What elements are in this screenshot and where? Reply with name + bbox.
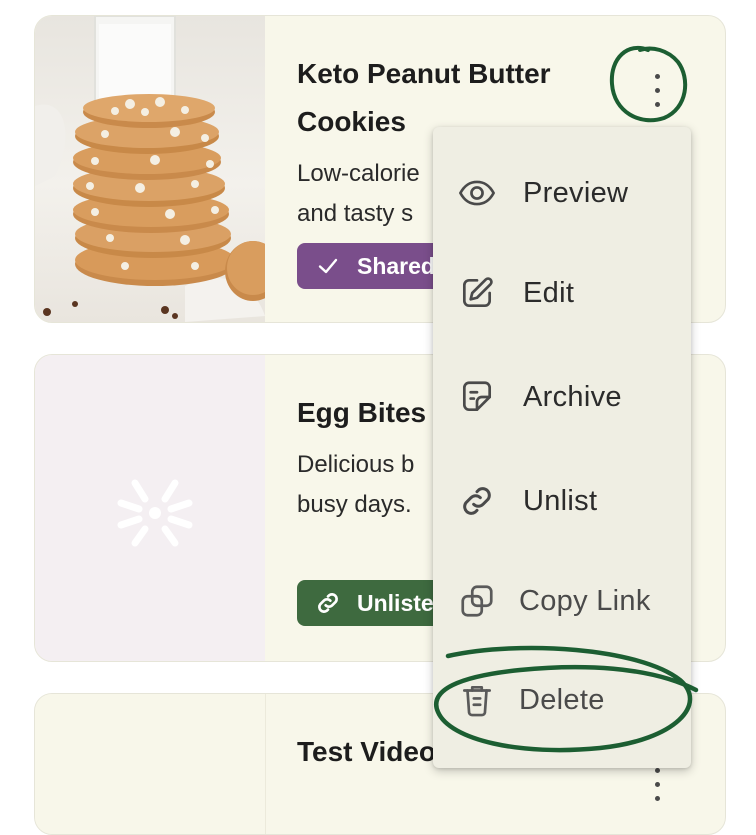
description-line: Delicious b <box>297 451 415 478</box>
menu-item-label: Delete <box>519 683 605 716</box>
description-line: Low-calorie <box>297 160 420 187</box>
link-icon <box>313 588 343 618</box>
menu-item-label: Copy Link <box>519 584 651 617</box>
menu-item-delete[interactable]: Delete <box>433 668 691 732</box>
cookie-stack-image <box>35 16 281 322</box>
trash-icon <box>457 680 497 720</box>
check-icon <box>313 251 343 281</box>
kebab-dot <box>654 795 660 801</box>
archive-note-icon <box>457 377 497 417</box>
kebab-dot <box>654 73 660 79</box>
eye-icon <box>457 173 497 213</box>
menu-item-label: Edit <box>523 276 575 309</box>
menu-item-label: Archive <box>523 380 622 413</box>
menu-item-copy-link[interactable]: Copy Link <box>433 569 691 633</box>
kebab-dot <box>654 781 660 787</box>
menu-item-edit[interactable]: Edit <box>433 261 691 325</box>
card-options-menu: Preview Edit Archive Unlist Copy Link De… <box>433 127 691 768</box>
card-title: Test Video <box>297 736 437 767</box>
menu-item-preview[interactable]: Preview <box>433 161 691 225</box>
description-line: and tasty s <box>297 200 414 227</box>
description-line: busy days. <box>297 491 412 518</box>
badge-label: Shared <box>357 252 435 279</box>
menu-item-label: Preview <box>523 176 629 209</box>
kebab-dot <box>654 87 660 93</box>
loading-spinner-icon <box>117 479 193 547</box>
image-placeholder <box>35 694 266 834</box>
image-placeholder <box>35 355 265 661</box>
card-title: Egg Bites <box>297 397 427 428</box>
copy-icon <box>457 581 497 621</box>
pencil-icon <box>457 273 497 313</box>
kebab-dot <box>654 101 660 107</box>
kebab-dot <box>654 767 660 773</box>
link-icon <box>457 481 497 521</box>
more-options-button[interactable] <box>637 58 677 122</box>
menu-item-unlist[interactable]: Unlist <box>433 469 691 533</box>
menu-item-archive[interactable]: Archive <box>433 365 691 429</box>
menu-item-label: Unlist <box>523 484 598 517</box>
